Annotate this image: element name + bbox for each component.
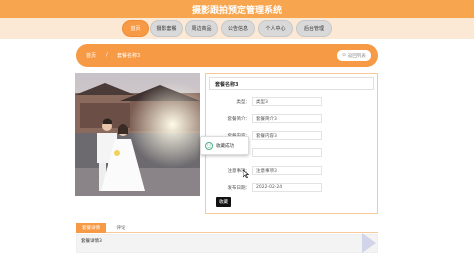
detail-tabs: 套餐详情 评论 xyxy=(76,223,378,233)
wedding-photo-image xyxy=(75,73,200,196)
intro-value: 套餐简介3 xyxy=(252,114,322,123)
success-toast: 收藏成功 xyxy=(200,136,249,155)
success-smile-icon xyxy=(205,141,213,150)
date-value: 2022-02-24 xyxy=(252,183,322,192)
date-label: 发布日期： xyxy=(227,186,251,191)
package-photo xyxy=(75,73,200,196)
nav-photo-packages[interactable]: 摄影套餐 xyxy=(150,20,183,37)
price-value xyxy=(252,148,322,157)
notes-value: 注意事项3 xyxy=(252,166,322,175)
favorite-button[interactable]: 收藏 xyxy=(216,197,231,207)
site-title: 摄影跟拍预定管理系统 xyxy=(191,6,282,16)
site-header: 摄影跟拍预定管理系统 xyxy=(0,0,474,18)
back-to-list-button[interactable]: ⊙ 返回列表 xyxy=(337,50,371,61)
nav-products[interactable]: 周边商品 xyxy=(185,20,218,37)
nav-announcements[interactable]: 公告信息 xyxy=(221,20,255,37)
breadcrumb-home[interactable]: 首页 xyxy=(86,52,96,59)
package-name: 套餐名称3 xyxy=(209,77,374,90)
nav-home[interactable]: 首页 xyxy=(122,20,149,37)
back-button-label: 返回列表 xyxy=(347,53,366,59)
back-icon: ⊙ xyxy=(342,53,346,58)
tab-panel: 套餐详情3 xyxy=(76,234,378,253)
type-label: 类型： xyxy=(236,100,251,105)
content-value: 套餐内容3 xyxy=(252,131,322,140)
breadcrumb-current: 套餐名称3 xyxy=(117,53,141,59)
intro-label: 套餐简介： xyxy=(227,117,251,122)
play-arrow-icon xyxy=(362,233,376,253)
type-value: 类型3 xyxy=(252,97,322,106)
nav-user-center[interactable]: 个人中心 xyxy=(258,20,293,37)
tab-content-text: 套餐详情3 xyxy=(81,239,102,244)
nav-admin[interactable]: 后台管理 xyxy=(296,20,332,37)
main-nav: 首页 摄影套餐 周边商品 公告信息 个人中心 后台管理 xyxy=(0,18,474,39)
breadcrumb-separator: / xyxy=(106,52,108,58)
tab-comments[interactable]: 评论 xyxy=(110,223,132,233)
toast-message: 收藏成功 xyxy=(216,143,234,149)
breadcrumb: 首页 / 套餐名称3 ⊙ 返回列表 xyxy=(76,44,378,67)
tab-package-details[interactable]: 套餐详情 xyxy=(76,223,106,233)
